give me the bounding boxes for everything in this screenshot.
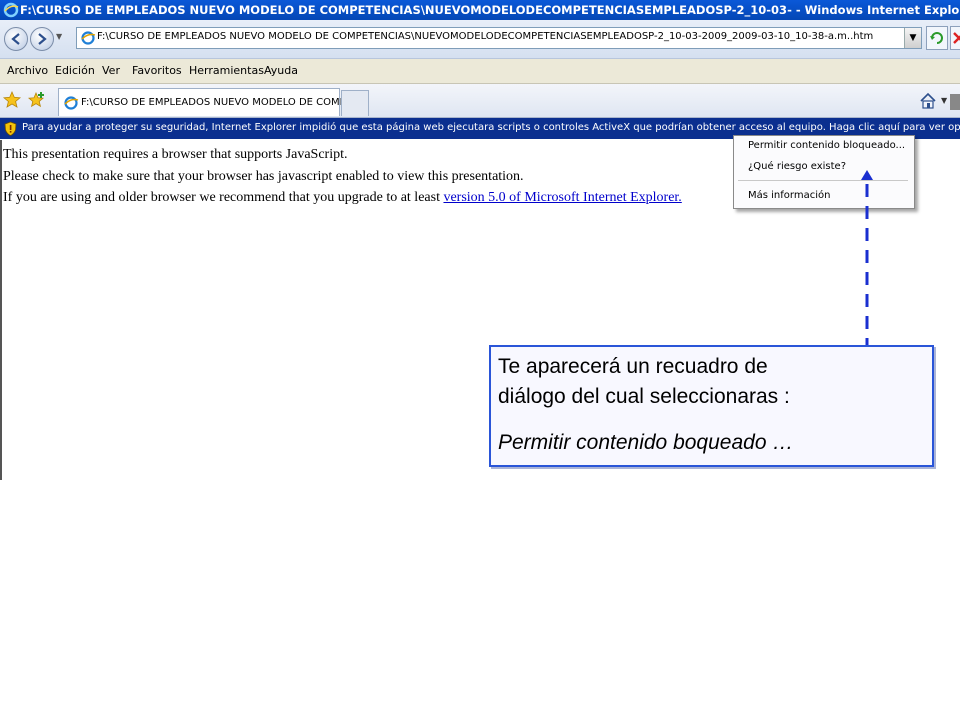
menu-item-allow-blocked-content[interactable]: Permitir contenido bloqueado... (748, 140, 905, 151)
menu-ver[interactable]: Ver (102, 64, 120, 77)
tab-bar: F:\CURSO DE EMPLEADOS NUEVO MODELO DE CO… (0, 84, 960, 118)
menu-item-what-risk[interactable]: ¿Qué riesgo existe? (748, 161, 846, 172)
menu-archivo[interactable]: Archivo (7, 64, 48, 77)
menu-herramientas[interactable]: Herramientas (189, 64, 264, 77)
favorites-star-icon[interactable] (3, 91, 21, 109)
menu-item-more-info[interactable]: Más información (748, 190, 830, 201)
address-bar[interactable]: F:\CURSO DE EMPLEADOS NUEVO MODELO DE CO… (76, 27, 922, 49)
tab-active[interactable]: F:\CURSO DE EMPLEADOS NUEVO MODELO DE CO… (58, 88, 354, 116)
instruction-callout: Te aparecerá un recuadro de diálogo del … (489, 345, 934, 467)
security-shield-icon (4, 121, 17, 136)
ie-page-icon (64, 96, 79, 110)
content-line-3: If you are using and older browser we re… (3, 190, 682, 206)
stop-icon (953, 32, 960, 44)
window-title-bar[interactable]: F:\CURSO DE EMPLEADOS NUEVO MODELO DE CO… (0, 0, 960, 20)
dashed-arrow-pointer (861, 170, 873, 350)
feeds-icon[interactable] (950, 94, 960, 110)
back-button[interactable] (4, 27, 28, 51)
forward-button[interactable] (30, 27, 54, 51)
refresh-button[interactable] (926, 26, 948, 50)
home-dropdown-icon[interactable]: ▼ (941, 96, 947, 105)
content-line-3-text: If you are using and older browser we re… (3, 190, 444, 205)
content-line-2: Please check to make sure that your brow… (3, 169, 524, 184)
infobar-context-menu: Permitir contenido bloqueado... ¿Qué rie… (733, 135, 915, 209)
content-line-1: This presentation requires a browser tha… (3, 147, 348, 162)
add-favorite-icon[interactable] (28, 91, 46, 109)
stop-button[interactable] (950, 26, 960, 50)
menu-separator (738, 180, 908, 181)
url-text: F:\CURSO DE EMPLEADOS NUEVO MODELO DE CO… (97, 31, 874, 42)
back-arrow-icon (11, 33, 20, 45)
home-icon[interactable] (919, 92, 937, 110)
refresh-icon (930, 32, 943, 44)
menu-bar: Archivo Edición Ver Favoritos Herramient… (0, 59, 960, 84)
callout-line-1: Te aparecerá un recuadro de (498, 355, 768, 378)
callout-line-2: diálogo del cual seleccionaras : (498, 385, 790, 408)
new-tab-button[interactable] (341, 90, 369, 116)
menu-ayuda[interactable]: Ayuda (264, 64, 298, 77)
menu-favoritos[interactable]: Favoritos (132, 64, 182, 77)
forward-arrow-icon (38, 33, 47, 45)
tab-label: F:\CURSO DE EMPLEADOS NUEVO MODELO DE CO… (81, 97, 354, 108)
address-dropdown-button[interactable]: ▼ (904, 28, 921, 48)
info-bar-text: Para ayudar a proteger su seguridad, Int… (22, 122, 960, 133)
ie-page-icon (81, 31, 96, 45)
address-row: ▼ F:\CURSO DE EMPLEADOS NUEVO MODELO DE … (0, 20, 960, 59)
callout-line-3: Permitir contenido boqueado … (498, 431, 794, 454)
history-dropdown-icon[interactable]: ▼ (56, 32, 62, 41)
ie-logo-icon (3, 2, 19, 18)
upgrade-ie-link[interactable]: version 5.0 of Microsoft Internet Explor… (443, 190, 681, 205)
window-title: F:\CURSO DE EMPLEADOS NUEVO MODELO DE CO… (20, 3, 960, 17)
menu-edicion[interactable]: Edición (55, 64, 95, 77)
